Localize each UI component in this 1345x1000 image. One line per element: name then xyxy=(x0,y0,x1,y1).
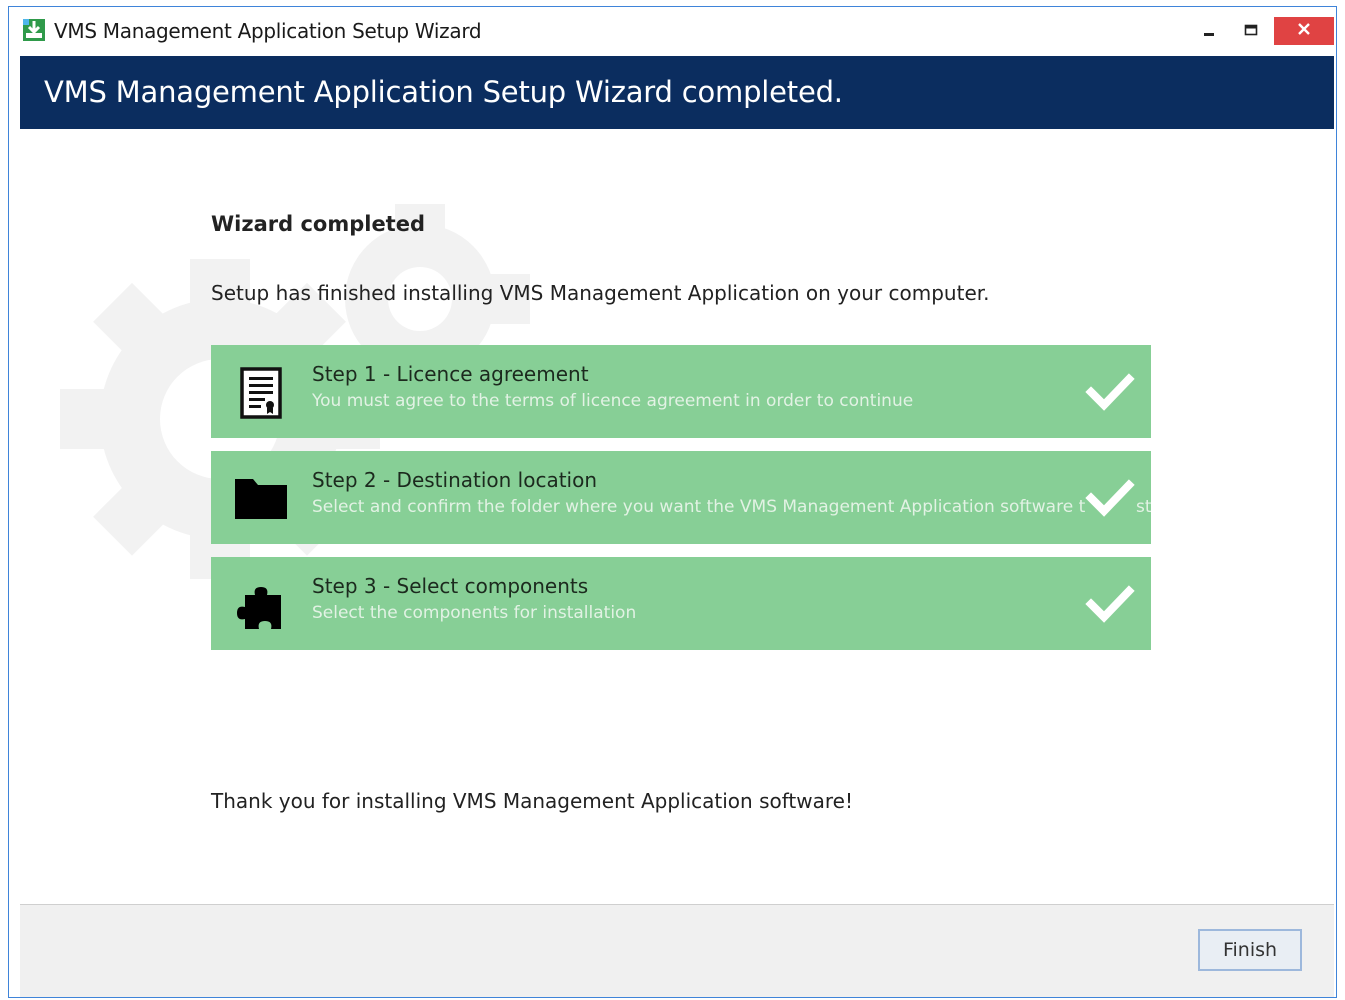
step-item-licence: Step 1 - Licence agreement You must agre… xyxy=(211,345,1151,438)
window-title: VMS Management Application Setup Wizard xyxy=(54,19,482,43)
document-icon xyxy=(233,365,289,421)
checkmark-icon xyxy=(1085,579,1135,629)
thank-you-text: Thank you for installing VMS Management … xyxy=(211,789,853,813)
footer-bar: Finish xyxy=(20,904,1334,997)
step-description: You must agree to the terms of licence a… xyxy=(312,391,914,411)
step-description: Select and confirm the folder where you … xyxy=(312,497,1096,517)
intro-text: Setup has finished installing VMS Manage… xyxy=(211,281,990,305)
step-title: Step 1 - Licence agreement xyxy=(312,362,589,386)
minimize-button[interactable] xyxy=(1191,17,1227,45)
maximize-button[interactable] xyxy=(1233,17,1269,45)
finish-button[interactable]: Finish xyxy=(1198,929,1302,971)
step-title: Step 2 - Destination location xyxy=(312,468,598,492)
checkmark-icon xyxy=(1085,367,1135,417)
minimize-icon xyxy=(1202,22,1216,41)
step-item-destination: Step 2 - Destination location Select and… xyxy=(211,451,1151,544)
folder-icon xyxy=(233,471,289,527)
wizard-content: Wizard completed Setup has finished inst… xyxy=(20,129,1334,904)
close-button[interactable] xyxy=(1274,17,1334,45)
title-bar: VMS Management Application Setup Wizard xyxy=(9,7,1336,55)
header-banner: VMS Management Application Setup Wizard … xyxy=(20,56,1334,129)
checkmark-icon xyxy=(1085,473,1135,523)
step-item-components: Step 3 - Select components Select the co… xyxy=(211,557,1151,650)
setup-wizard-window: VMS Management Application Setup Wizard … xyxy=(8,6,1337,998)
close-icon xyxy=(1296,21,1312,41)
banner-title: VMS Management Application Setup Wizard … xyxy=(44,75,843,109)
installer-icon xyxy=(22,18,46,42)
page-heading: Wizard completed xyxy=(211,212,425,236)
step-description-overflow: st xyxy=(1136,497,1151,517)
step-title: Step 3 - Select components xyxy=(312,574,589,598)
maximize-icon xyxy=(1244,22,1258,41)
step-description: Select the components for installation xyxy=(312,603,637,623)
puzzle-icon xyxy=(233,577,289,633)
